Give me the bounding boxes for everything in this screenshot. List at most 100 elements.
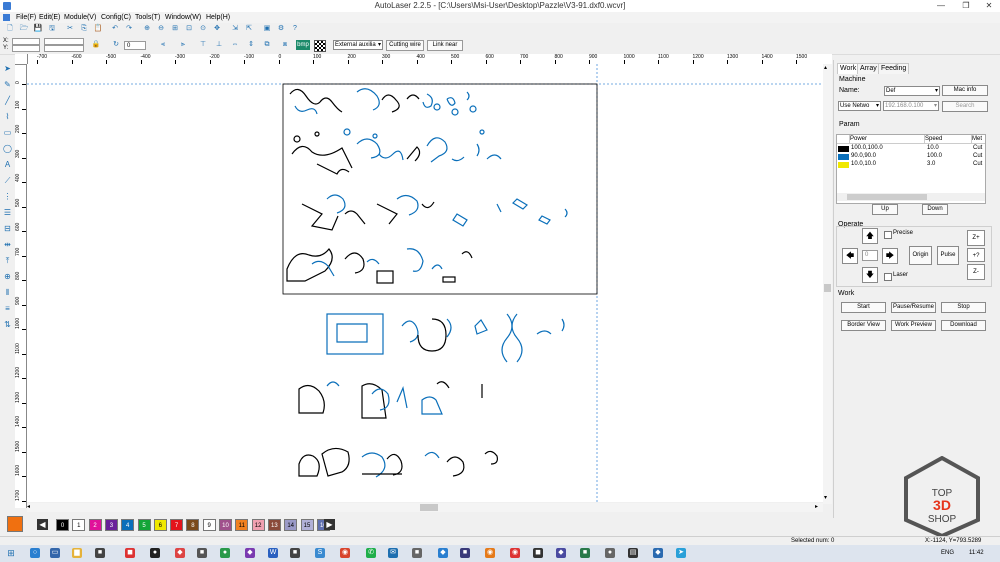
lock-ratio-icon[interactable]: 🔒 (91, 41, 101, 49)
autolaser-task-icon[interactable]: ▤ (628, 548, 638, 558)
app-icon-2[interactable]: ■ (95, 548, 105, 558)
polyline-tool-icon[interactable]: ⌇ (3, 112, 12, 121)
move-up-button[interactable]: 🡅 (862, 228, 878, 244)
app-icon-8[interactable]: ◆ (245, 548, 255, 558)
ellipse-tool-icon[interactable]: ◯ (3, 144, 12, 153)
layer-button-14[interactable]: 14 (284, 519, 298, 531)
param-row-3-method[interactable]: Cut (973, 161, 982, 168)
pulse-button[interactable]: Pulse (937, 246, 959, 265)
app-icon-19[interactable]: ◆ (556, 548, 566, 558)
mac-info-button[interactable]: Mac info (942, 85, 988, 96)
app-icon-3[interactable]: ◼ (125, 548, 135, 558)
layer-button-5[interactable]: 5 (137, 519, 151, 531)
drawing-canvas[interactable] (27, 64, 823, 502)
move-left-button[interactable]: 🡄 (842, 248, 858, 264)
mirror-v-icon[interactable]: ⇕ (246, 41, 256, 49)
panel-splitter[interactable] (825, 284, 831, 292)
menu-config[interactable]: Config(C) (101, 12, 131, 23)
save-as-icon[interactable]: 🖫 (47, 25, 57, 33)
param-row-2-speed[interactable]: 100.0 (927, 153, 942, 160)
telegram-icon[interactable]: ➤ (676, 548, 686, 558)
start-button[interactable]: Start (841, 302, 886, 313)
whatsapp-icon[interactable]: ✆ (366, 548, 376, 558)
rotate-input[interactable]: 0 (124, 41, 146, 50)
zoom-page-icon[interactable]: ⊡ (184, 25, 194, 33)
ungroup-icon[interactable]: ⧈ (280, 41, 290, 49)
current-color-swatch[interactable] (7, 516, 23, 532)
layer-button-0[interactable]: 0 (56, 519, 69, 531)
step-input[interactable]: 0 (862, 250, 878, 261)
download-button[interactable]: Download (941, 320, 986, 331)
copy-icon[interactable]: ⎘ (79, 25, 89, 33)
menu-module[interactable]: Module(V) (64, 12, 96, 23)
app-icon-18[interactable]: ◼ (533, 548, 543, 558)
same-width-icon[interactable]: ⇹ (3, 240, 12, 249)
scroll-right-arrow[interactable]: ▸ (815, 503, 818, 510)
ip-address-select[interactable]: 192.168.0.100 ▾ (883, 101, 939, 111)
new-file-icon[interactable]: 🗋 (5, 25, 15, 33)
zoom-in-icon[interactable]: ⊕ (142, 25, 152, 33)
move-right-button[interactable]: 🡆 (882, 248, 898, 264)
help-icon[interactable]: ? (290, 25, 300, 33)
laser-checkbox[interactable] (884, 273, 892, 281)
layer-button-7[interactable]: 7 (170, 519, 184, 531)
distribute-tool-icon[interactable]: ⊟ (3, 224, 12, 233)
param-table-hscroll[interactable] (837, 193, 985, 201)
param-row-3-power[interactable]: 10.0,10.0 (851, 161, 876, 168)
pause-resume-button[interactable]: Pause/Resume (891, 302, 936, 313)
work-preview-button[interactable]: Work Preview (891, 320, 936, 331)
align-bottom-icon[interactable]: ⊥ (214, 41, 224, 49)
tab-work[interactable]: Work (837, 63, 860, 74)
cut-icon[interactable]: ✂ (65, 25, 75, 33)
mirror-h-icon[interactable]: ⇔ (230, 41, 240, 49)
cutting-wire-button[interactable]: Cutting wire (386, 40, 424, 51)
app-icon-10[interactable]: ■ (290, 548, 300, 558)
group-icon[interactable]: ⧉ (262, 41, 272, 49)
search-button[interactable]: Search (942, 101, 988, 112)
task-view-icon[interactable]: ▭ (50, 548, 60, 558)
app-icon-15[interactable]: ■ (460, 548, 470, 558)
origin-button[interactable]: Origin (909, 246, 932, 265)
menu-file[interactable]: File(F) (16, 12, 36, 23)
layer-scroll-right-button[interactable]: ▶ (324, 519, 335, 530)
layer-button-3[interactable]: 3 (104, 519, 118, 531)
scroll-up-arrow[interactable]: ▴ (824, 64, 827, 71)
layer-button-10[interactable]: 10 (219, 519, 232, 531)
app-icon-7[interactable]: ● (220, 548, 230, 558)
param-row-2-power[interactable]: 90.0,90.0 (851, 153, 876, 160)
app-icon-11[interactable]: S (315, 548, 325, 558)
param-row-2-method[interactable]: Cut (973, 153, 982, 160)
tab-feeding[interactable]: Feeding (878, 63, 910, 74)
param-down-button[interactable]: Down (922, 204, 948, 215)
app-icon-9[interactable]: W (268, 548, 278, 558)
cut-mode-select[interactable]: External auxilia ▾ (333, 40, 383, 50)
redo-icon[interactable]: ↷ (124, 25, 134, 33)
align-tool-icon[interactable]: ☰ (3, 208, 12, 217)
align-top-icon[interactable]: ⊤ (198, 41, 208, 49)
menu-window[interactable]: Window(W) (165, 12, 201, 23)
line-tool-icon[interactable]: ╱ (3, 96, 12, 105)
save-icon[interactable]: 💾 (33, 25, 43, 33)
y-input[interactable] (12, 45, 40, 52)
link-near-button[interactable]: Link near (427, 40, 463, 51)
width-input[interactable] (44, 38, 84, 45)
app-icon-12[interactable]: ✉ (388, 548, 398, 558)
center-icon[interactable]: ⊕ (3, 272, 12, 281)
zoom-select-icon[interactable]: ⊙ (198, 25, 208, 33)
clock[interactable]: 11:42 (969, 550, 984, 556)
bmp-button[interactable]: bmp (296, 40, 310, 50)
param-row-1-power[interactable]: 100.0,100.0 (851, 145, 883, 152)
minimize-button[interactable]: — (930, 0, 952, 12)
scroll-left-arrow[interactable]: ◂ (27, 503, 30, 510)
layer-button-12[interactable]: 12 (251, 519, 265, 531)
layer-scroll-left-button[interactable]: ◀ (37, 519, 48, 530)
array-tool-icon[interactable]: ⋮ (3, 192, 12, 201)
stop-button[interactable]: Stop (941, 302, 986, 313)
machine-name-select[interactable]: Def ▾ (884, 86, 940, 96)
param-row-1-speed[interactable]: 10.0 (927, 145, 939, 152)
measure-tool-icon[interactable]: ⟋ (3, 176, 12, 185)
close-button[interactable]: ✕ (978, 0, 1000, 12)
param-row-1-method[interactable]: Cut (973, 145, 982, 152)
layer-button-1[interactable]: 1 (72, 519, 86, 531)
app-icon-4[interactable]: ● (150, 548, 160, 558)
